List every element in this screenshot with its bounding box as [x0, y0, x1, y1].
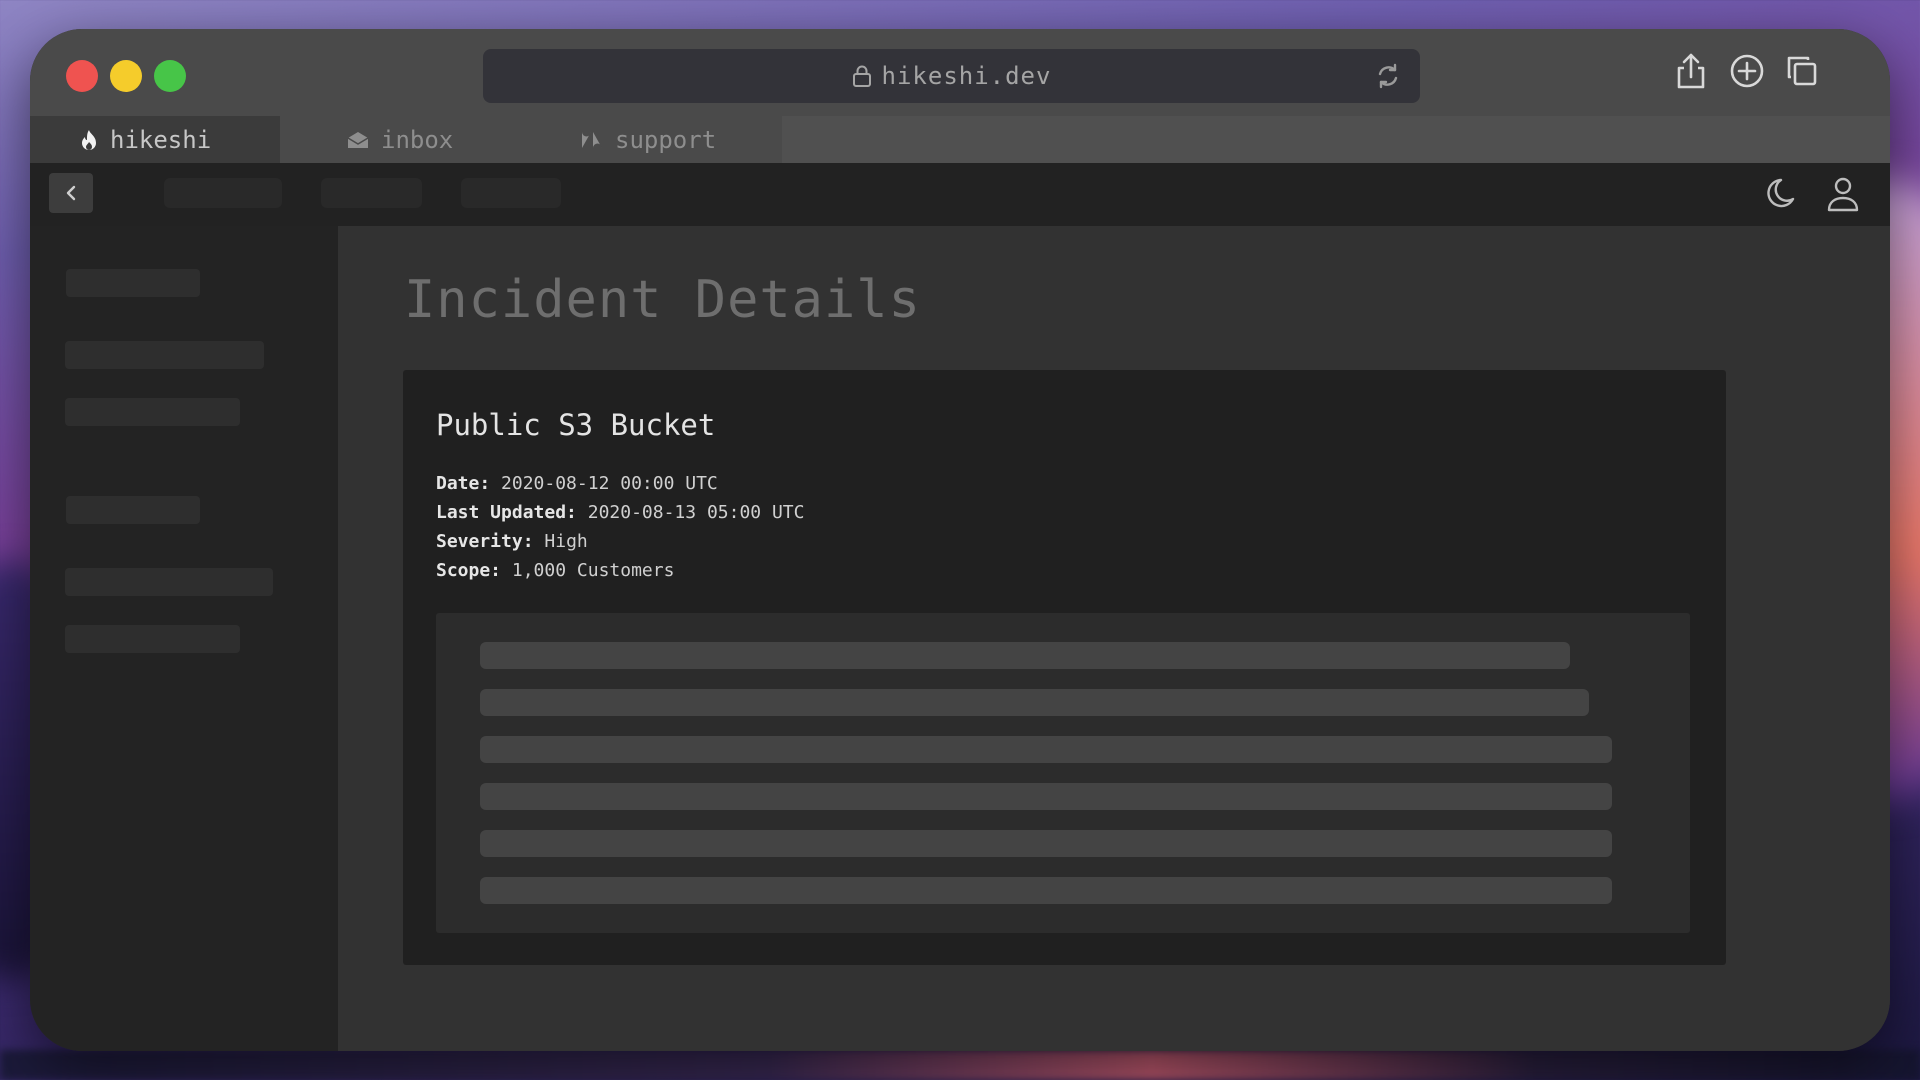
page-title: Incident Details	[404, 270, 921, 330]
sidebar	[30, 226, 338, 1051]
incident-severity: Severity: High	[436, 531, 588, 552]
text-placeholder-line	[480, 642, 1570, 669]
title-bar: hikeshi.dev	[30, 29, 1890, 116]
tab-label: inbox	[381, 125, 454, 154]
sidebar-placeholder	[65, 341, 264, 369]
field-value: 1,000 Customers	[511, 560, 675, 581]
incident-card: Public S3 Bucket Date: 2020-08-12 00:00 …	[403, 370, 1726, 965]
tab-bar-empty-area	[782, 116, 1890, 163]
sidebar-placeholder	[65, 398, 240, 426]
field-label: Severity:	[436, 531, 534, 552]
incident-scope: Scope: 1,000 Customers	[436, 560, 674, 581]
text-placeholder-line	[480, 736, 1612, 763]
field-value: 2020-08-13 05:00 UTC	[587, 502, 805, 523]
sidebar-placeholder	[66, 269, 200, 297]
new-tab-icon[interactable]	[1727, 51, 1767, 95]
maximize-window-button[interactable]	[154, 60, 186, 92]
nav-placeholder	[164, 178, 282, 208]
chevron-left-icon	[66, 185, 76, 201]
incident-title: Public S3 Bucket	[436, 408, 716, 442]
nav-placeholder	[461, 178, 561, 208]
url-text: hikeshi.dev	[881, 62, 1052, 90]
incident-description	[436, 613, 1690, 933]
tab-bar: hikeshi inbox support	[30, 116, 1890, 163]
field-value: High	[544, 531, 588, 552]
sidebar-placeholder	[65, 568, 273, 596]
user-icon[interactable]	[1825, 175, 1861, 217]
close-window-button[interactable]	[66, 60, 98, 92]
field-label: Date:	[436, 473, 491, 494]
flame-icon	[80, 129, 98, 151]
text-placeholder-line	[480, 830, 1612, 857]
browser-window: hikeshi.dev hikeshi inbox support Incide…	[30, 29, 1890, 1051]
field-value: 2020-08-12 00:00 UTC	[501, 473, 718, 494]
sidebar-placeholder	[65, 625, 240, 653]
text-placeholder-line	[480, 689, 1589, 716]
tab-label: hikeshi	[110, 125, 212, 154]
zendesk-icon	[581, 131, 603, 149]
envelope-icon	[347, 131, 369, 149]
field-label: Scope:	[436, 560, 502, 581]
minimize-window-button[interactable]	[110, 60, 142, 92]
moon-icon[interactable]	[1761, 176, 1797, 216]
tab-support[interactable]: support	[581, 116, 716, 163]
tab-label: support	[615, 125, 717, 154]
lock-icon	[852, 65, 872, 87]
app-header	[30, 163, 1890, 226]
sidebar-placeholder	[66, 496, 200, 524]
main-content: Incident Details Public S3 Bucket Date: …	[338, 226, 1890, 1051]
nav-placeholder	[321, 178, 422, 208]
tabs-overview-icon[interactable]	[1782, 51, 1822, 95]
text-placeholder-line	[480, 783, 1612, 810]
address-bar[interactable]: hikeshi.dev	[483, 49, 1420, 103]
reload-icon[interactable]	[1374, 61, 1402, 95]
tab-inbox[interactable]: inbox	[347, 116, 453, 163]
text-placeholder-line	[480, 877, 1612, 904]
share-icon[interactable]	[1673, 51, 1709, 95]
incident-date: Date: 2020-08-12 00:00 UTC	[436, 473, 718, 494]
background-strip	[0, 1050, 1920, 1080]
back-button[interactable]	[49, 173, 93, 213]
incident-last-updated: Last Updated: 2020-08-13 05:00 UTC	[436, 502, 804, 523]
tab-hikeshi[interactable]: hikeshi	[30, 116, 280, 163]
field-label: Last Updated:	[436, 502, 577, 523]
